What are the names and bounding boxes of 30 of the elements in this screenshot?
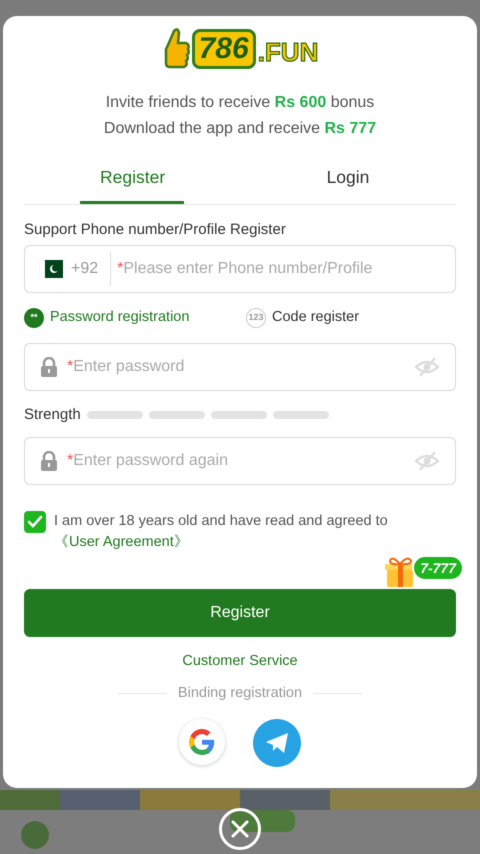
method-option[interactable]: 123 Code register xyxy=(246,307,360,329)
password-field[interactable]: *Enter password xyxy=(24,343,456,391)
close-icon xyxy=(231,820,249,838)
agreement-text: I am over 18 years old and have read and agreed to 《User Agreement》 xyxy=(54,512,389,552)
strength-label: Strength xyxy=(24,404,81,425)
customer-service-link[interactable]: Customer Service xyxy=(182,651,298,673)
country-code[interactable]: +92 xyxy=(71,252,112,286)
checkbox[interactable] xyxy=(24,511,46,533)
tab[interactable]: Register xyxy=(80,154,184,204)
promo-text: Invite friends to receive Rs 600 bonus xyxy=(106,93,374,113)
field-label: Support Phone number/Profile Register xyxy=(24,221,287,239)
telegram-button[interactable] xyxy=(253,718,301,766)
paper-plane-icon xyxy=(265,732,289,754)
lock-icon xyxy=(41,357,57,377)
password-field[interactable]: *Enter password again xyxy=(24,437,456,485)
phone-input-field[interactable]: +92 *Please enter Phone number/Profile xyxy=(24,245,456,293)
user-agreement-link[interactable]: 《User Agreement》 xyxy=(54,534,189,550)
lock-icon xyxy=(41,451,57,471)
logo-suffix: .FUN xyxy=(258,36,318,69)
google-icon xyxy=(189,728,215,754)
close-button[interactable] xyxy=(219,808,261,850)
register-button[interactable]: Register xyxy=(24,589,456,637)
logo-text: 786 xyxy=(192,29,256,69)
binding-label: Binding registration xyxy=(178,684,302,703)
method-option[interactable]: ** Password registration xyxy=(24,307,246,329)
promo-text: Download the app and receive Rs 777 xyxy=(104,119,376,139)
tab[interactable]: Login xyxy=(306,154,390,204)
flag-icon xyxy=(39,260,63,278)
google-button[interactable] xyxy=(179,718,225,764)
bonus-badge: 7-777 xyxy=(412,555,464,581)
